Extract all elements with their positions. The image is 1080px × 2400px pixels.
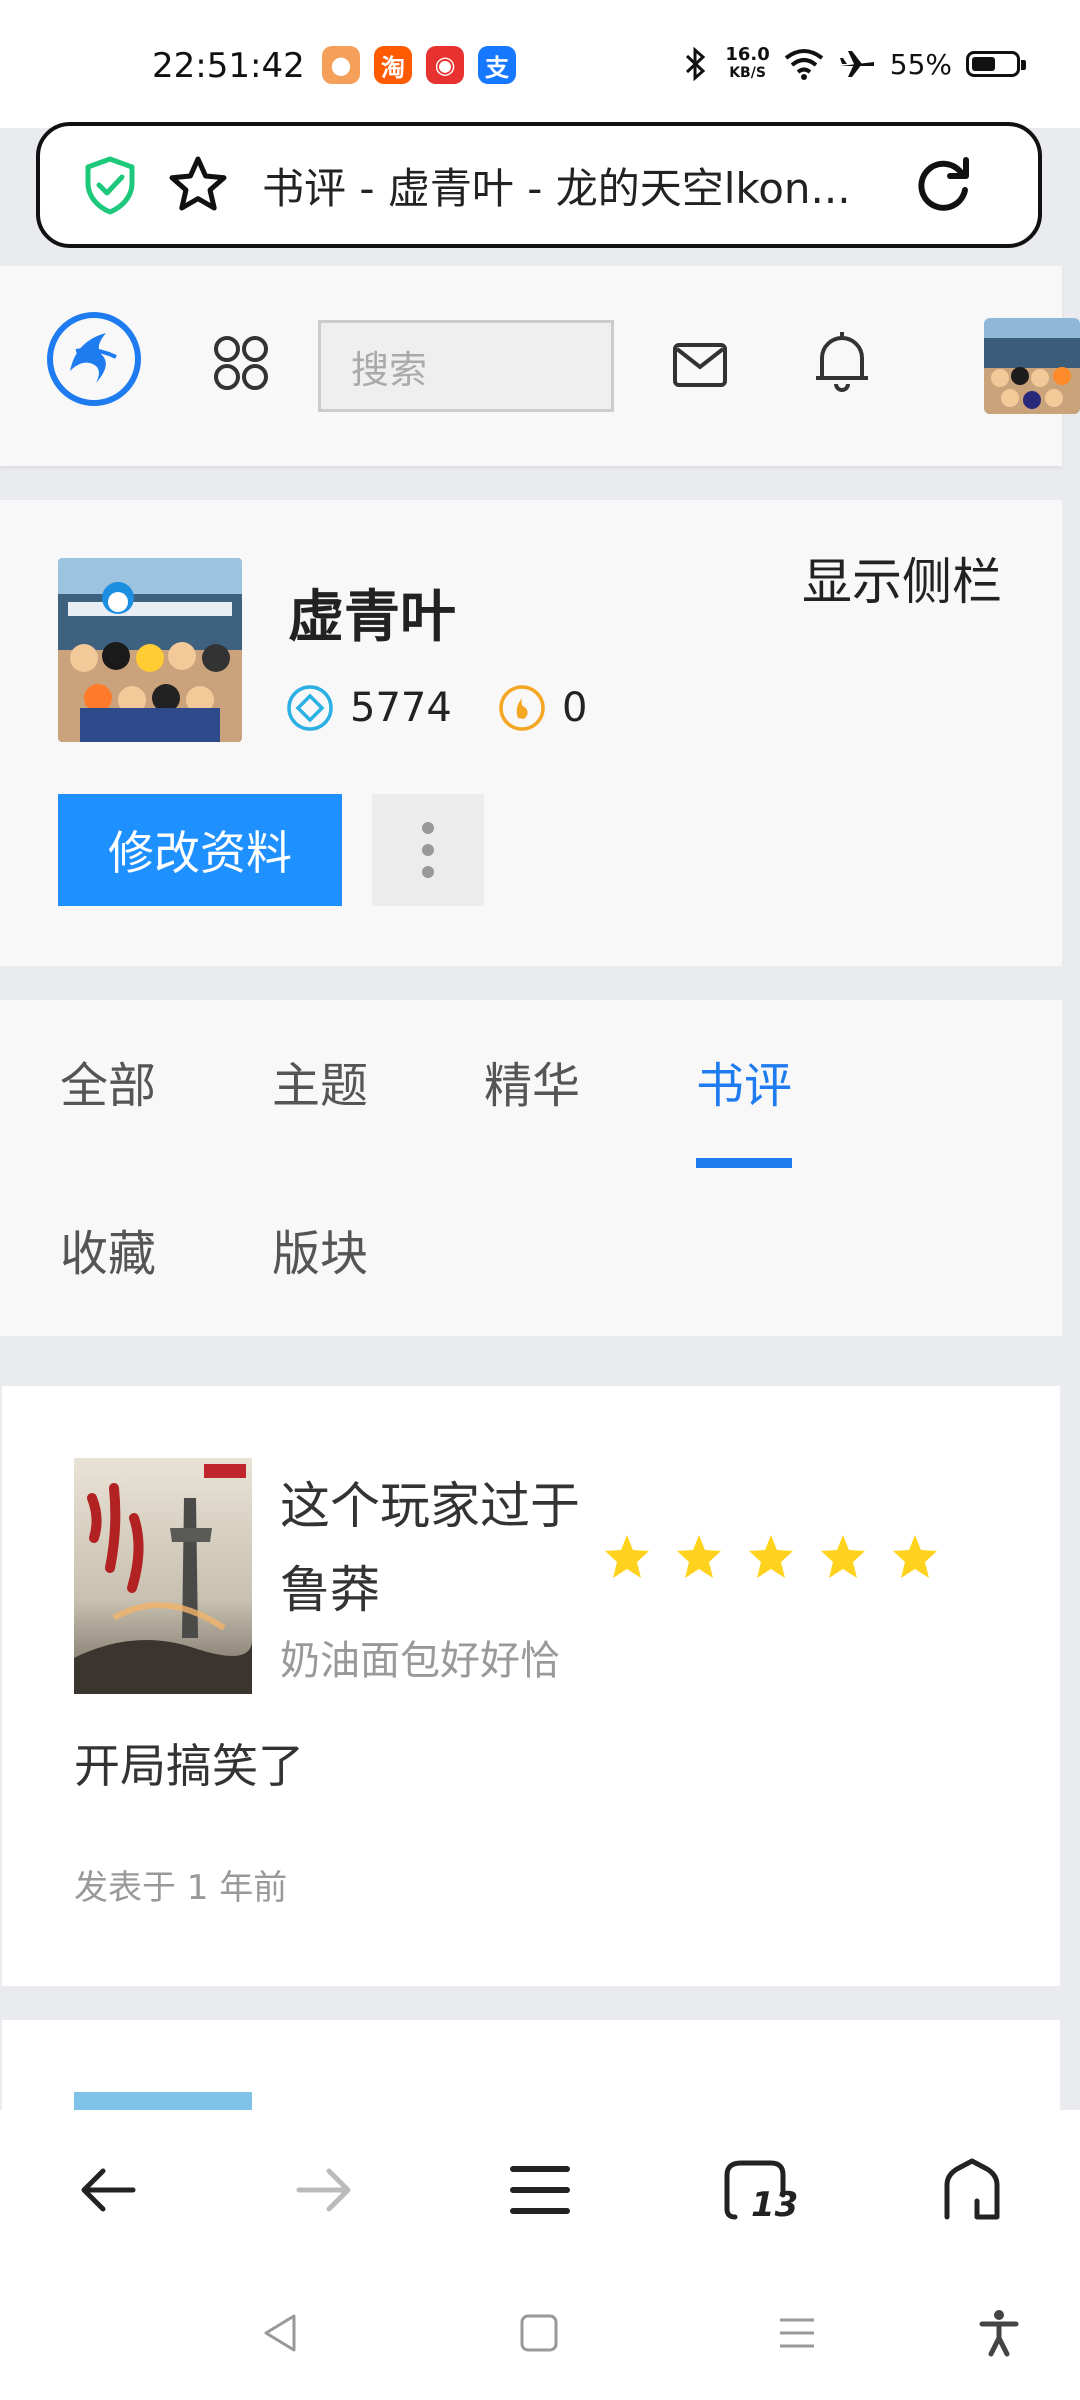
- coin-icon: [499, 685, 545, 731]
- security-shield-icon[interactable]: [80, 155, 140, 215]
- coins-value: 0: [562, 685, 588, 731]
- net-speed-value: 16.0: [725, 44, 770, 65]
- status-indicators: 16.0 KB/S 55%: [681, 46, 1026, 82]
- tab-count: 13: [751, 2185, 799, 2225]
- profile-tabs: 全部 主题 精华 书评 收藏 版块: [0, 1000, 1062, 1336]
- bookmark-star-icon[interactable]: [166, 153, 230, 217]
- airplane-mode-icon: [839, 51, 874, 77]
- show-sidebar-link[interactable]: 显示侧栏: [802, 542, 1002, 614]
- active-tab-indicator: [696, 1158, 792, 1168]
- wifi-icon: [784, 49, 823, 80]
- more-options-button[interactable]: [372, 794, 484, 906]
- rating-stars: [602, 1532, 940, 1582]
- home-icon[interactable]: [937, 2155, 1007, 2225]
- coins-stat: 0: [498, 684, 587, 732]
- system-back-icon[interactable]: [256, 2308, 306, 2358]
- back-arrow-icon[interactable]: [73, 2155, 143, 2225]
- profile-name: 虚青叶: [288, 585, 456, 650]
- review-timestamp: 发表于 1 年前: [74, 1868, 288, 1908]
- url-title[interactable]: 书评 - 虚青叶 - 龙的天空lkon...: [262, 155, 882, 216]
- review-text: 开局搞笑了: [74, 1739, 304, 1793]
- status-bar: 22:51:42 ● 淘 ◉ 支 16.0 KB/S 55%: [0, 0, 1080, 128]
- taobao-icon: 淘: [374, 46, 412, 84]
- star-icon: [605, 1535, 649, 1578]
- tab-all[interactable]: 全部: [60, 1046, 156, 1116]
- tab-topics[interactable]: 主题: [272, 1046, 368, 1116]
- site-header: 搜索: [0, 266, 1080, 466]
- book-cover-image[interactable]: [74, 1458, 252, 1694]
- tabs-button[interactable]: 13: [721, 2155, 798, 2225]
- battery-icon: [966, 51, 1026, 77]
- app-red-icon: ◉: [426, 46, 464, 84]
- mail-icon[interactable]: [672, 340, 728, 390]
- search-input[interactable]: 搜索: [318, 320, 614, 412]
- book-author[interactable]: 奶油面包好好恰: [280, 1628, 560, 1686]
- battery-percent: 55%: [889, 47, 952, 81]
- system-recents-icon[interactable]: [772, 2308, 822, 2358]
- accessibility-icon[interactable]: [974, 2308, 1024, 2358]
- profile-card: 虚青叶 显示侧栏 5774 0 修改资料: [0, 500, 1062, 966]
- book-review-card[interactable]: 这个玩家过于鲁莽 奶油面包好好恰 开局搞笑了 发表于 1 年前: [2, 1386, 1060, 1986]
- tab-featured[interactable]: 精华: [484, 1046, 580, 1116]
- edit-profile-button[interactable]: 修改资料: [58, 794, 342, 906]
- browser-toolbar: 13: [0, 2110, 1080, 2270]
- more-dot-icon: [422, 844, 434, 856]
- system-home-icon[interactable]: [514, 2308, 564, 2358]
- status-app-icons: ● 淘 ◉ 支: [322, 46, 516, 84]
- profile-avatar[interactable]: [58, 558, 242, 742]
- bluetooth-icon: [686, 47, 706, 81]
- header-avatar[interactable]: [984, 318, 1080, 414]
- star-icon: [893, 1535, 937, 1578]
- menu-icon[interactable]: [505, 2155, 575, 2225]
- tab-book-reviews[interactable]: 书评: [696, 1046, 792, 1116]
- notification-bell-icon[interactable]: [812, 328, 872, 394]
- system-navigation-bar: [0, 2270, 1080, 2400]
- star-icon: [821, 1535, 865, 1578]
- status-time: 22:51:42: [152, 46, 305, 86]
- more-dot-icon: [422, 866, 434, 878]
- net-speed-unit: KB/S: [729, 65, 766, 81]
- book-cover-image[interactable]: [74, 2092, 252, 2112]
- star-icon: [749, 1535, 793, 1578]
- points-diamond-icon: [287, 685, 333, 731]
- alipay-icon: 支: [478, 46, 516, 84]
- book-title[interactable]: 这个玩家过于鲁莽: [280, 1464, 620, 1632]
- more-dot-icon: [422, 822, 434, 834]
- points-value: 5774: [350, 685, 452, 731]
- site-logo-icon[interactable]: [46, 311, 142, 407]
- app-mascot-icon: ●: [322, 46, 360, 84]
- forward-arrow-icon[interactable]: [289, 2155, 359, 2225]
- star-icon: [677, 1535, 721, 1578]
- apps-grid-icon[interactable]: [212, 334, 270, 392]
- browser-url-bar[interactable]: 书评 - 虚青叶 - 龙的天空lkon...: [36, 122, 1042, 248]
- points-stat: 5774: [286, 684, 452, 732]
- tab-boards[interactable]: 版块: [272, 1214, 368, 1284]
- reload-icon[interactable]: [912, 154, 974, 216]
- net-speed: 16.0 KB/S: [725, 46, 769, 82]
- tab-favorites[interactable]: 收藏: [60, 1214, 156, 1284]
